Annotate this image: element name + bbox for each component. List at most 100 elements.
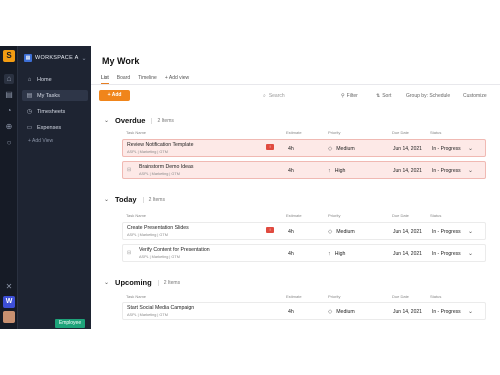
task-status[interactable]: In - Progress [432, 309, 461, 315]
workspace-switch-badge[interactable]: W [3, 296, 15, 308]
sidebar-add-view[interactable]: + Add View [28, 138, 53, 144]
sidebar-item-home[interactable]: ⌂ Home [22, 74, 88, 85]
chevron-down-icon[interactable]: ⌄ [468, 167, 473, 174]
avatar[interactable] [3, 311, 15, 323]
section-upcoming[interactable]: ⌄ Upcoming 2 Items [104, 278, 180, 287]
tab-board[interactable]: Board [117, 75, 130, 84]
search-input[interactable]: ⌕ Search [263, 93, 285, 99]
col-status: Status [430, 130, 442, 135]
priority-label: High [334, 168, 346, 174]
search-rail-icon[interactable]: ○ [4, 138, 14, 148]
search-icon: ⌕ [263, 93, 266, 99]
task-priority[interactable]: ◇ Medium [328, 146, 355, 152]
sidebar-item-label: Home [37, 76, 52, 83]
col-priority: Priority [328, 294, 341, 299]
section-today[interactable]: ⌄ Today 2 Items [104, 195, 165, 204]
section-title: Overdue [115, 116, 146, 125]
tab-list[interactable]: List [101, 75, 109, 84]
section-title: Upcoming [115, 278, 152, 287]
sort-icon: ⇅ [376, 93, 381, 99]
subtask-icon: ⊟ [127, 167, 132, 173]
task-status[interactable]: In - Progress [432, 146, 461, 152]
chevron-down-icon: ⌄ [104, 118, 110, 124]
task-due-date: Jun 14, 2021 [393, 309, 422, 315]
sidebar-item-expenses[interactable]: ▭ Expenses [22, 122, 88, 133]
group-by-button[interactable]: Group by: Schedule [406, 93, 450, 99]
chevron-down-icon[interactable]: ⌄ [468, 250, 473, 257]
task-priority[interactable]: ◇ Medium [328, 309, 355, 315]
table-row[interactable]: ⊟ Verify Content for Presentation ASPL |… [122, 244, 486, 262]
col-estimate: Estimate [286, 213, 302, 218]
clock-icon: ◷ [26, 109, 33, 115]
section-overdue[interactable]: ⌄ Overdue 2 Items [104, 116, 174, 125]
add-task-button[interactable]: + Add [99, 90, 130, 101]
tab-add-view[interactable]: + Add view [165, 75, 189, 84]
app-logo[interactable]: S [3, 50, 15, 62]
high-priority-icon: ↑ [328, 168, 331, 174]
chevron-down-icon: ⌄ [81, 55, 87, 62]
table-row[interactable]: Start Social Media Campaign ASPL | Marke… [122, 302, 486, 320]
section-title: Today [115, 195, 137, 204]
group-by-label: Group by: Schedule [406, 93, 451, 99]
priority-label: Medium [336, 309, 355, 315]
main-panel: My Work List Board Timeline + Add view +… [91, 46, 500, 329]
medium-priority-icon: ◇ [328, 309, 333, 315]
task-status[interactable]: In - Progress [432, 229, 461, 235]
task-name[interactable]: Brainstorm Demo Ideas [139, 164, 194, 170]
task-estimate: 4h [288, 168, 294, 174]
task-name[interactable]: Start Social Media Campaign [127, 305, 194, 311]
col-due-date: Due Date [392, 130, 409, 135]
sidebar-item-label: Timesheets [37, 108, 66, 115]
bell-rail-icon[interactable]: ◔ [4, 106, 14, 116]
col-task-name: Task Name [126, 294, 147, 299]
task-name[interactable]: Verify Content for Presentation [139, 247, 210, 253]
priority-label: Medium [336, 146, 355, 152]
tasks-icon: ▤ [26, 93, 33, 99]
task-due-date: Jun 14, 2021 [393, 168, 422, 174]
medium-priority-icon: ◇ [328, 146, 333, 152]
priority-label: Medium [336, 229, 355, 235]
task-due-date: Jun 14, 2021 [393, 251, 422, 257]
sidebar-item-timesheets[interactable]: ◷ Timesheets [22, 106, 88, 117]
section-count: 2 Items [142, 196, 165, 203]
col-due-date: Due Date [392, 213, 409, 218]
expand-icon[interactable]: ✕ [4, 282, 14, 292]
customize-label: Customize [463, 93, 487, 99]
section-count: 2 Items [151, 117, 174, 124]
sort-label: Sort [382, 93, 392, 99]
task-path: ASPL | Marketing | GTM [127, 313, 168, 317]
task-path: ASPL | Marketing | GTM [127, 233, 168, 237]
sort-button[interactable]: ⇅ Sort [376, 93, 391, 99]
briefcase-rail-icon[interactable]: ▤ [4, 90, 14, 100]
filter-button[interactable]: ⚲ Filter [341, 93, 358, 99]
home-icon: ⌂ [27, 76, 32, 83]
table-row[interactable]: Review Notification Template ASPL | Mark… [122, 139, 486, 157]
task-path: ASPL | Marketing | GTM [139, 255, 180, 259]
chevron-down-icon: ⌄ [104, 197, 110, 203]
page-title: My Work [102, 56, 140, 66]
chevron-down-icon[interactable]: ⌄ [468, 228, 473, 235]
sidebar-item-my-tasks[interactable]: ▤ My Tasks [22, 90, 88, 101]
workspace-selector[interactable]: ▦ WORKSPACE A ⌄ [24, 52, 87, 64]
task-status[interactable]: In - Progress [432, 251, 461, 257]
high-priority-icon: ↑ [328, 251, 331, 257]
task-priority[interactable]: ↑ High [328, 168, 345, 174]
tab-timeline[interactable]: Timeline [138, 75, 157, 84]
task-estimate: 4h [288, 229, 294, 235]
table-row[interactable]: ⊟ Brainstorm Demo Ideas ASPL | Marketing… [122, 161, 486, 179]
task-priority[interactable]: ↑ High [328, 251, 345, 257]
divider [91, 84, 500, 85]
task-priority[interactable]: ◇ Medium [328, 229, 355, 235]
table-row[interactable]: Create Presentation Slides ASPL | Market… [122, 222, 486, 240]
task-status[interactable]: In - Progress [432, 168, 461, 174]
task-name[interactable]: Review Notification Template [127, 142, 194, 148]
customize-button[interactable]: Customize [463, 93, 487, 99]
plus-circle-rail-icon[interactable]: ⊕ [4, 122, 14, 132]
task-name[interactable]: Create Presentation Slides [127, 225, 189, 231]
wallet-icon: ▭ [26, 125, 33, 131]
section-count: 2 Items [157, 279, 180, 286]
home-rail-icon[interactable]: ⌂ [4, 74, 14, 84]
chevron-down-icon[interactable]: ⌄ [468, 308, 473, 315]
chevron-down-icon[interactable]: ⌄ [468, 145, 473, 152]
col-task-name: Task Name [126, 213, 147, 218]
